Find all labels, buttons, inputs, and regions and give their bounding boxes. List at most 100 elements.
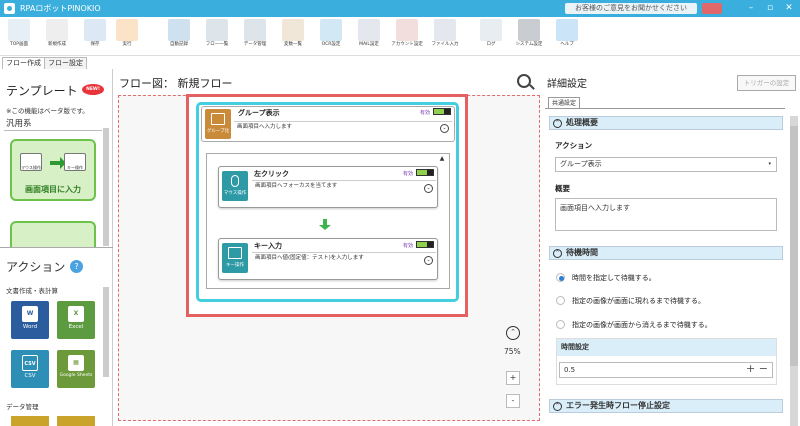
template-card-2[interactable] xyxy=(10,221,96,247)
maximize-button[interactable]: ▫ xyxy=(763,2,777,15)
keyboard-icon: キー操作 xyxy=(64,153,86,171)
chevron-down-icon[interactable]: ⌄ xyxy=(440,124,449,133)
node-description: 画面項目へ値(固定値：テスト)を入力します xyxy=(252,252,436,264)
divider xyxy=(0,247,113,248)
summary-label: 概要 xyxy=(555,184,570,193)
action-tile-excel[interactable]: X Excel xyxy=(57,301,95,339)
zoom-up-icon[interactable]: ⌃ xyxy=(506,326,520,340)
group-title: グループ表示 xyxy=(238,109,280,117)
search-icon[interactable] xyxy=(517,74,531,88)
variables-button[interactable]: 変数一覧 xyxy=(278,19,308,55)
app-logo-icon xyxy=(4,3,15,14)
mail-settings-button[interactable]: MAIL設定 xyxy=(354,19,384,55)
trigger-settings-button[interactable]: トリガーの設定 xyxy=(737,75,796,91)
keyboard-badge: キー操作 xyxy=(222,243,248,273)
database-icon xyxy=(244,19,266,41)
autorecord-button[interactable]: 自動記録 xyxy=(164,19,194,55)
film-icon xyxy=(168,19,190,41)
template-scrollbar[interactable] xyxy=(103,128,109,246)
action-title: アクション xyxy=(6,260,66,274)
flow-list-button[interactable]: フロー一覧 xyxy=(202,19,232,55)
chevron-down-icon[interactable]: ⌄ xyxy=(424,256,433,265)
account-settings-button[interactable]: アカウント設定 xyxy=(391,19,423,55)
sheets-icon: ▦ xyxy=(68,355,84,371)
chevron-down-icon: ▾ xyxy=(768,161,771,167)
radio-wait-disappear[interactable] xyxy=(556,320,565,329)
help-icon[interactable]: ? xyxy=(70,260,83,273)
time-input[interactable]: 0.5 xyxy=(559,362,773,378)
thumbs-icon[interactable] xyxy=(702,3,722,14)
action-label: アクション xyxy=(555,141,593,150)
box-icon xyxy=(282,19,304,41)
zoom-out-button[interactable]: - xyxy=(506,394,520,408)
status-label: 有効 xyxy=(403,171,414,177)
top-icon xyxy=(8,19,30,41)
download-icon xyxy=(434,19,456,41)
minimize-button[interactable]: – xyxy=(744,2,758,15)
tab-flow-settings[interactable]: フロー設定 xyxy=(44,57,87,69)
divider xyxy=(4,130,102,131)
divider xyxy=(545,108,785,109)
data-management-button[interactable]: データ管理 xyxy=(240,19,270,55)
arrow-right-icon xyxy=(50,157,66,169)
action-tile-google-sheets[interactable]: ▦ Google Sheets xyxy=(57,350,95,388)
close-button[interactable]: ✕ xyxy=(782,2,796,15)
feedback-link[interactable]: お客様のご意見をお聞かせください xyxy=(565,3,697,14)
chevron-down-icon[interactable]: ⌄ xyxy=(424,184,433,193)
csv-icon: CSV xyxy=(22,355,38,371)
enable-toggle[interactable] xyxy=(433,108,451,115)
save-button[interactable]: 保存 xyxy=(80,19,110,55)
zoom-level: 75% xyxy=(504,347,521,356)
group-icon xyxy=(211,113,225,125)
time-stepper[interactable]: + − xyxy=(746,362,768,376)
excel-icon: X xyxy=(68,306,84,322)
collapse-icon: ^ xyxy=(553,119,562,128)
enable-toggle[interactable] xyxy=(416,241,434,248)
file-input-button[interactable]: ファイル入力 xyxy=(430,19,460,55)
radio-label: 指定の画像が画面から消えるまで待機する。 xyxy=(572,321,712,329)
radio-wait-appear[interactable] xyxy=(556,296,565,305)
run-button[interactable]: 実行 xyxy=(112,19,142,55)
template-card-input[interactable]: マウス操作 キー操作 画面項目に入力 xyxy=(10,139,96,201)
ocr-icon xyxy=(320,19,342,41)
summary-field[interactable]: 画面項目へ入力します xyxy=(555,198,777,231)
node-description: 画面項目へフォーカスを当てます xyxy=(252,180,436,192)
section-error-stop[interactable]: ^ エラー発生時フロー停止設定 xyxy=(549,399,783,413)
log-icon xyxy=(480,19,502,41)
action-tile-word[interactable]: W Word xyxy=(11,301,49,339)
window-title: RPAロボットPINOKIO xyxy=(20,4,101,13)
flow-name: 新規フロー xyxy=(177,77,233,90)
left-tabs: フロー作成 フロー設定 xyxy=(0,56,116,69)
new-button[interactable]: 新規作成 xyxy=(42,19,72,55)
category-label: データ管理 xyxy=(6,403,39,411)
top-screen-button[interactable]: TOP画面 xyxy=(4,19,34,55)
system-settings-button[interactable]: システム設定 xyxy=(514,19,544,55)
section-wait[interactable]: ^ 待機時間 xyxy=(549,246,783,260)
mouse-icon: マウス操作 xyxy=(20,153,42,171)
action-tile[interactable] xyxy=(57,416,95,426)
tab-flow-create[interactable]: フロー作成 xyxy=(2,57,45,69)
radio-wait-time[interactable] xyxy=(556,273,565,282)
action-scrollbar[interactable] xyxy=(103,287,109,377)
beta-note: ※この機能はベータ版です。 xyxy=(6,107,89,115)
new-file-icon xyxy=(46,19,68,41)
help-button[interactable]: ヘルプ xyxy=(552,19,582,55)
details-scrollbar[interactable] xyxy=(790,116,798,426)
node-title: 左クリック xyxy=(254,170,289,178)
scroll-thumb[interactable] xyxy=(790,126,798,366)
scroll-up-icon[interactable]: ▲ xyxy=(438,155,446,165)
word-icon: W xyxy=(22,306,38,322)
action-select[interactable]: グループ表示 ▾ xyxy=(555,157,777,172)
list-icon xyxy=(206,19,228,41)
zoom-in-button[interactable]: + xyxy=(506,371,520,385)
help-icon xyxy=(556,19,578,41)
action-tile-csv[interactable]: CSV CSV xyxy=(11,350,49,388)
action-tile[interactable] xyxy=(11,416,49,426)
node-title: キー入力 xyxy=(254,242,282,250)
section-overview[interactable]: ^ 処理概要 xyxy=(549,116,783,130)
ocr-settings-button[interactable]: OCR設定 xyxy=(316,19,346,55)
status-label: 有効 xyxy=(403,243,414,249)
log-button[interactable]: ログ xyxy=(476,19,506,55)
enable-toggle[interactable] xyxy=(416,169,434,176)
keyboard-icon xyxy=(228,247,242,259)
